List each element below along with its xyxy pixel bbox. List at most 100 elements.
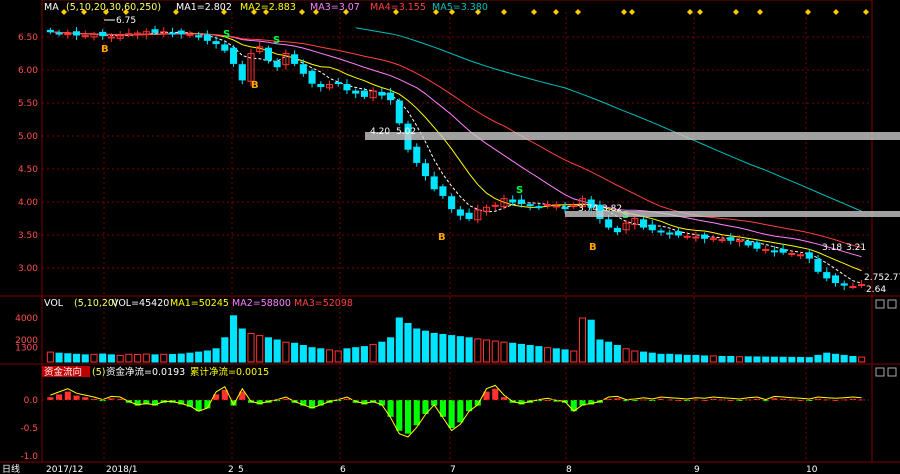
candle-body <box>64 33 72 36</box>
volume-bar <box>221 337 229 363</box>
vol-panel-settings-icon[interactable] <box>875 299 885 309</box>
volume-bar <box>648 352 656 363</box>
flow-bar <box>64 391 71 400</box>
candle-body <box>605 219 613 228</box>
price-tick-label: 6.50 <box>18 33 38 43</box>
candle-body <box>753 242 761 249</box>
candle-body <box>770 250 778 253</box>
candle-body <box>613 227 621 233</box>
candle-body <box>727 237 735 241</box>
volume-bars <box>46 315 866 363</box>
volume-bar <box>291 342 299 363</box>
annot-right-low: 3.18 <box>822 243 842 253</box>
annot-last-b: 2.77 <box>884 273 900 283</box>
candle-body <box>308 70 316 84</box>
candle-body <box>378 91 386 96</box>
volume-bar <box>64 353 72 363</box>
candle-body <box>195 35 203 38</box>
flow-bar <box>448 400 455 428</box>
volume-bar <box>151 354 159 363</box>
signal-diamond-icon <box>805 9 811 15</box>
volume-bar <box>55 352 63 363</box>
candle-body <box>701 234 709 239</box>
flow-tick-label: 0.0 <box>24 396 39 406</box>
volume-bar <box>709 355 717 363</box>
volume-bar <box>282 341 290 363</box>
volume-bar <box>264 337 272 363</box>
volume-bar <box>107 354 115 363</box>
volume-bar <box>779 356 787 363</box>
annot-low: 2.64 <box>866 285 886 295</box>
candle-body <box>203 34 211 41</box>
signal-diamond-icon <box>757 9 763 15</box>
flow-tick-label: -1.0 <box>20 452 38 462</box>
signal-diamond-icon <box>553 9 559 15</box>
candle-body <box>421 163 430 177</box>
candle-body <box>81 35 89 38</box>
signal-diamond-icon <box>733 9 739 15</box>
volume-bar <box>465 337 473 363</box>
signal-diamond-icon <box>833 9 839 15</box>
buy-marker: B <box>438 232 446 243</box>
volume-bar <box>168 354 177 363</box>
volume-bar <box>753 356 761 363</box>
annot-gap-high: 5.02 <box>396 127 416 137</box>
candle-body <box>413 146 421 163</box>
flow-panel-close-icon[interactable] <box>887 367 897 377</box>
date-tick-label: 9 <box>694 465 700 474</box>
candle-body <box>168 32 177 35</box>
flow-panel-settings-icon[interactable] <box>875 367 885 377</box>
candle-body <box>343 84 351 91</box>
ma1-value: MA1=2.802 <box>176 2 232 13</box>
volume-tick-label: 1300 <box>15 344 38 354</box>
volume-bar <box>360 346 368 363</box>
vol-ma3-value: MA3=52098 <box>294 298 353 309</box>
buy-marker: B <box>101 44 109 55</box>
flow-bar <box>492 388 499 400</box>
volume-bar <box>622 348 630 363</box>
vol-ma1-value: MA1=50245 <box>170 298 229 309</box>
volume-bar <box>81 354 89 363</box>
volume-bar <box>404 323 412 363</box>
price-tick-label: 3.50 <box>18 231 38 241</box>
sell-marker: S <box>223 29 230 40</box>
date-axis: 日线 2017/12 2018/1 2 5 6 7 8 9 10 <box>2 463 818 474</box>
volume-bar <box>273 339 281 363</box>
signal-diamond-icon <box>629 9 635 15</box>
vol-panel-close-icon[interactable] <box>887 299 897 309</box>
price-tick-label: 4.50 <box>18 165 38 175</box>
volume-bar <box>421 330 430 363</box>
ma2-value: MA2=2.883 <box>240 2 296 13</box>
signal-diamond-icon <box>687 9 693 15</box>
volume-bar <box>395 317 403 363</box>
volume-bar <box>343 348 351 363</box>
flow-bar <box>457 400 464 423</box>
volume-bar <box>788 356 796 363</box>
candle-body <box>151 29 159 33</box>
candle-body <box>788 252 796 255</box>
ma3-value: MA3=3.07 <box>310 2 360 13</box>
annot-gap-low: 4.20 <box>370 127 390 137</box>
volume-bar <box>203 350 211 363</box>
volume-bar <box>212 348 220 363</box>
vol-header-label[interactable]: VOL <box>44 298 64 309</box>
price-header-label[interactable]: MA <box>44 2 59 13</box>
candle-body <box>387 92 395 101</box>
volume-bar <box>439 334 447 363</box>
volume-bar <box>308 347 316 363</box>
candle-body <box>448 196 456 210</box>
volume-bar <box>72 353 81 363</box>
candle-body <box>526 204 534 207</box>
flow-line <box>50 384 862 438</box>
flow-value: 资金净流=0.0193 <box>106 366 185 378</box>
flow-header-label[interactable]: 资金流向 <box>44 366 82 378</box>
volume-bar <box>448 335 456 363</box>
volume-bar <box>578 317 587 363</box>
candle-body <box>762 249 770 252</box>
candle-body <box>264 47 272 61</box>
price-tick-label: 4.00 <box>18 198 38 208</box>
stock-chart: BBBBSSSS MA (5,10,20,30,60,250) MA1=2.80… <box>0 0 900 474</box>
date-tick-label: 2017/12 <box>46 465 83 474</box>
candle-body <box>683 235 691 238</box>
volume-bar <box>858 356 866 363</box>
